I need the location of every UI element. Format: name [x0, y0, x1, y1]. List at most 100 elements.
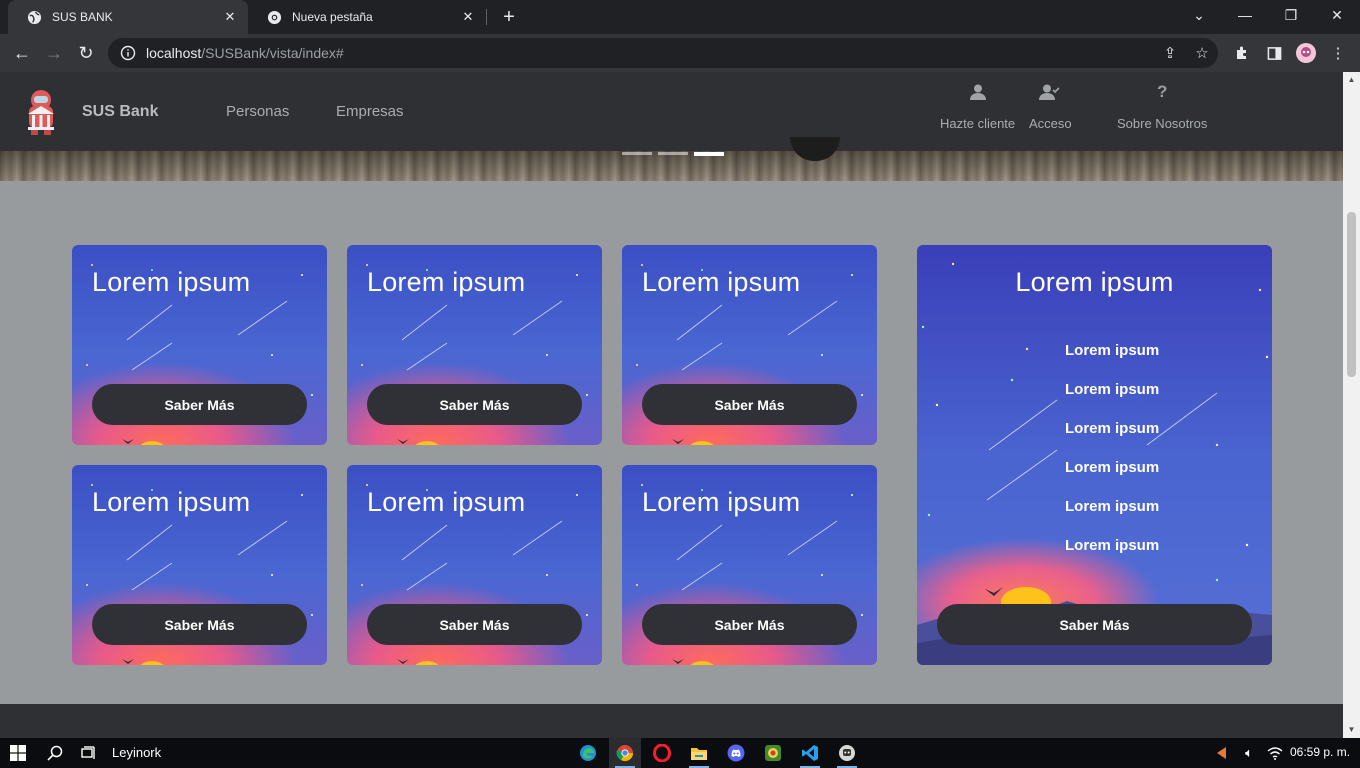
nav-sobre-nosotros[interactable]: ? Sobre Nosotros	[1117, 80, 1207, 131]
user-icon	[966, 80, 990, 104]
menu-kebab-icon[interactable]: ⋮	[1328, 43, 1348, 63]
tab-sus-bank[interactable]: SUS BANK ✕	[8, 0, 248, 34]
edge-icon[interactable]	[572, 738, 604, 768]
new-tab-button[interactable]: +	[498, 6, 520, 28]
volume-icon[interactable]: 🔈︎	[1238, 738, 1260, 768]
tab-nueva-pestana[interactable]: Nueva pestaña ✕	[248, 0, 486, 34]
taskbar-user-label[interactable]: Leyinork	[112, 745, 161, 760]
opera-icon[interactable]	[646, 738, 678, 768]
bank-logo[interactable]	[22, 86, 60, 136]
nav-link-empresas[interactable]: Empresas	[336, 103, 404, 120]
bird-icon	[397, 659, 409, 664]
product-card: Lorem ipsum Saber Más	[622, 465, 877, 665]
chrome-icon	[266, 9, 282, 25]
tab-separator	[486, 9, 487, 25]
url-text: localhost/SUSBank/vista/index#	[146, 45, 344, 61]
saber-mas-button[interactable]: Saber Más	[92, 384, 307, 425]
back-button[interactable]: ←	[8, 39, 36, 67]
info-icon	[120, 45, 136, 61]
file-explorer-icon[interactable]	[683, 738, 715, 768]
nav-action-label: Hazte cliente	[940, 116, 1016, 131]
app-icon[interactable]	[831, 738, 863, 768]
saber-mas-button[interactable]: Saber Más	[367, 384, 582, 425]
card-title: Lorem ipsum	[367, 487, 526, 517]
list-item: Lorem ipsum	[1065, 381, 1160, 398]
scroll-down-arrow[interactable]: ▼	[1346, 724, 1357, 735]
windows-taskbar: Leyinork 🔈︎ 06:59 p. m.	[0, 738, 1360, 768]
browser-tab-bar: SUS BANK ✕ Nueva pestaña ✕ + ⌄ — ❐ ✕	[0, 0, 1360, 34]
bird-icon	[122, 659, 134, 664]
list-item: Lorem ipsum	[1065, 342, 1160, 359]
address-bar[interactable]: localhost/SUSBank/vista/index#	[108, 38, 1218, 68]
card-title: Lorem ipsum	[92, 267, 251, 297]
share-icon[interactable]: ⇪	[1160, 43, 1180, 63]
close-tab-icon[interactable]: ✕	[222, 9, 238, 25]
task-view-icon[interactable]	[74, 738, 104, 768]
nav-link-personas[interactable]: Personas	[226, 103, 289, 120]
product-card: Lorem ipsum Saber Más	[347, 245, 602, 445]
browser-toolbar: ← → ↻ localhost/SUSBank/vista/index# ⇪ ☆…	[0, 34, 1360, 72]
page-scrollbar[interactable]: ▲ ▼	[1343, 72, 1360, 738]
tab-title: Nueva pestaña	[292, 10, 373, 24]
scrollbar-thumb[interactable]	[1347, 212, 1356, 377]
nav-action-label: Sobre Nosotros	[1117, 116, 1208, 131]
saber-mas-button[interactable]: Saber Más	[937, 604, 1252, 645]
discord-icon[interactable]	[720, 738, 752, 768]
featured-title: Lorem ipsum	[1015, 267, 1174, 297]
scroll-up-arrow[interactable]: ▲	[1346, 74, 1357, 85]
hero-carousel-bottom	[0, 137, 1343, 181]
product-card: Lorem ipsum Saber Más	[347, 465, 602, 665]
card-title: Lorem ipsum	[642, 487, 801, 517]
vscode-icon[interactable]	[794, 738, 826, 768]
list-item: Lorem ipsum	[1065, 537, 1160, 554]
bird-icon	[672, 439, 684, 444]
product-card: Lorem ipsum Saber Más	[72, 245, 327, 445]
product-card: Lorem ipsum Saber Más	[622, 245, 877, 445]
close-tab-icon[interactable]: ✕	[460, 9, 476, 25]
globe-icon	[26, 9, 42, 25]
game-launcher-icon[interactable]	[757, 738, 789, 768]
forward-button[interactable]: →	[40, 39, 68, 67]
close-window-button[interactable]: ✕	[1314, 0, 1360, 30]
minimize-button[interactable]: —	[1222, 0, 1268, 30]
restore-button[interactable]: ❐	[1268, 0, 1314, 30]
list-item: Lorem ipsum	[1065, 459, 1160, 476]
card-title: Lorem ipsum	[367, 267, 526, 297]
taskbar-clock[interactable]: 06:59 p. m.	[1290, 745, 1350, 759]
brand-name[interactable]: SUS Bank	[82, 103, 158, 121]
saber-mas-button[interactable]: Saber Más	[92, 604, 307, 645]
list-item: Lorem ipsum	[1065, 498, 1160, 515]
card-title: Lorem ipsum	[642, 267, 801, 297]
saber-mas-button[interactable]: Saber Más	[367, 604, 582, 645]
user-check-icon	[1038, 80, 1062, 104]
card-title: Lorem ipsum	[92, 487, 251, 517]
search-icon[interactable]	[40, 738, 70, 768]
featured-list: Lorem ipsum Lorem ipsum Lorem ipsum Lore…	[1065, 342, 1159, 576]
site-navbar: SUS Bank Personas Empresas Hazte cliente…	[0, 72, 1343, 151]
tab-title: SUS BANK	[52, 10, 113, 24]
saber-mas-button[interactable]: Saber Más	[642, 384, 857, 425]
saber-mas-button[interactable]: Saber Más	[642, 604, 857, 645]
wifi-icon[interactable]	[1264, 738, 1286, 768]
side-panel-icon[interactable]	[1264, 43, 1284, 63]
nav-hazte-cliente[interactable]: Hazte cliente	[940, 80, 1015, 131]
profile-avatar[interactable]	[1296, 43, 1316, 63]
hero-image-detail	[790, 137, 840, 161]
tab-search-chevron-icon[interactable]: ⌄	[1176, 0, 1222, 30]
carousel-indicator[interactable]	[622, 152, 652, 155]
carousel-indicator[interactable]	[658, 152, 688, 155]
bookmark-star-icon[interactable]: ☆	[1192, 43, 1212, 63]
reload-button[interactable]: ↻	[72, 39, 100, 67]
nav-action-label: Acceso	[1029, 116, 1072, 131]
bird-icon	[397, 439, 409, 444]
product-card: Lorem ipsum Saber Más	[72, 465, 327, 665]
extensions-icon[interactable]	[1232, 43, 1252, 63]
carousel-indicator-active[interactable]	[694, 152, 724, 156]
nav-acceso[interactable]: Acceso	[1029, 80, 1072, 131]
chrome-taskbar-icon[interactable]	[609, 738, 641, 768]
windows-start-icon[interactable]	[0, 738, 36, 768]
site-footer	[0, 704, 1343, 738]
bird-icon	[122, 439, 134, 444]
notification-chevron-icon[interactable]	[1212, 738, 1232, 768]
list-item: Lorem ipsum	[1065, 420, 1160, 437]
